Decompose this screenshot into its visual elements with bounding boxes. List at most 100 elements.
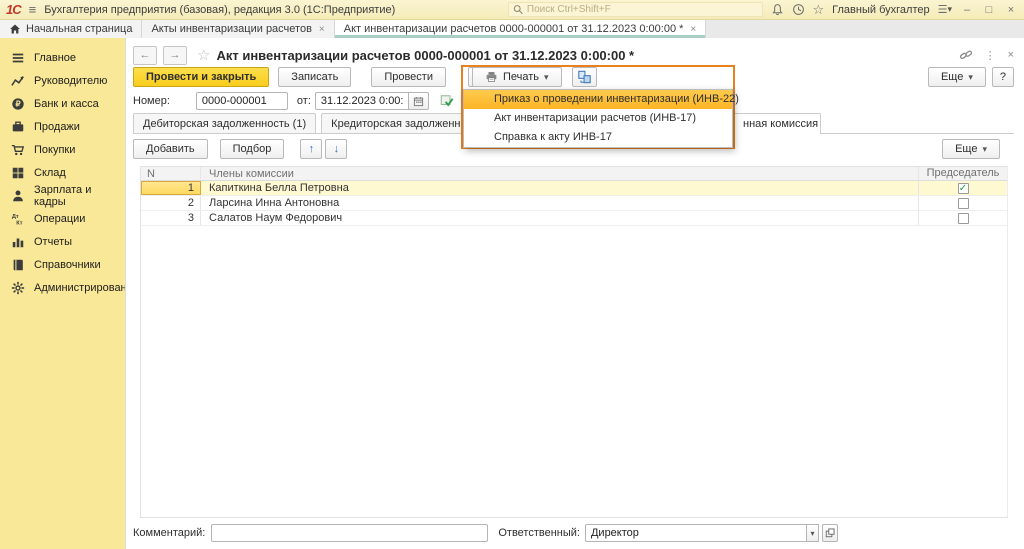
sidebar-item-sales[interactable]: Продажи (0, 115, 125, 138)
comment-field[interactable] (211, 524, 488, 542)
sidebar-item-warehouse[interactable]: Склад (0, 161, 125, 184)
cart-icon (11, 143, 25, 157)
row-number-cell[interactable]: 3 (141, 211, 201, 225)
ruble-coin-icon: ₽ (11, 97, 25, 111)
svg-text:Дт: Дт (12, 214, 19, 220)
column-chairman: Председатель (919, 167, 1007, 180)
sidebar-item-reports[interactable]: Отчеты (0, 230, 125, 253)
sidebar-label: Главное (34, 52, 76, 64)
table-row[interactable]: 2 Ларсина Инна Антоновна (141, 196, 1007, 211)
table-row[interactable]: 3 Салатов Наум Федорович (141, 211, 1007, 226)
service-menu-icon[interactable]: ☰▾ (938, 3, 952, 16)
responsible-field[interactable] (585, 524, 807, 542)
window-titlebar: 1С ≡ Бухгалтерия предприятия (базовая), … (0, 0, 1024, 20)
member-name-cell[interactable]: Салатов Наум Федорович (201, 211, 919, 225)
main-menu-icon[interactable]: ≡ (29, 2, 37, 17)
close-tab-icon[interactable]: × (690, 24, 696, 35)
table-header: N Члены комиссии Председатель (141, 166, 1007, 181)
sidebar-item-references[interactable]: Справочники (0, 253, 125, 276)
forward-button[interactable]: → (163, 46, 187, 65)
sidebar-item-purchases[interactable]: Покупки (0, 138, 125, 161)
move-down-button[interactable]: ↓ (325, 139, 347, 159)
back-button[interactable]: ← (133, 46, 157, 65)
sidebar-label: Продажи (34, 121, 80, 133)
posted-status-icon[interactable] (439, 94, 454, 108)
move-up-button[interactable]: ↑ (300, 139, 322, 159)
date-field[interactable] (315, 92, 409, 110)
chairman-checkbox[interactable] (958, 198, 969, 209)
post-and-close-button[interactable]: Провести и закрыть (133, 67, 269, 87)
related-documents-icon (577, 70, 592, 84)
post-button[interactable]: Провести (371, 67, 446, 87)
print-button-label: Печать (503, 71, 539, 83)
sidebar-item-administration[interactable]: Администрирование (0, 276, 125, 299)
maximize-button[interactable]: □ (982, 4, 996, 16)
print-button[interactable]: Печать ▾ (472, 67, 562, 87)
sidebar-item-salary-hr[interactable]: Зарплата и кадры (0, 184, 125, 207)
tab-home[interactable]: Начальная страница (0, 20, 142, 38)
menu-item-inv17-ref[interactable]: Справка к акту ИНВ-17 (464, 128, 732, 147)
sidebar-label: Операции (34, 213, 85, 225)
tab-receivables[interactable]: Дебиторская задолженность (1) (133, 113, 316, 133)
close-document-icon[interactable]: × (1008, 49, 1014, 61)
chevron-down-icon: ▾ (947, 4, 952, 15)
chairman-checkbox[interactable] (958, 213, 969, 224)
chairman-checkbox[interactable]: ✓ (958, 183, 969, 194)
minimize-button[interactable]: – (960, 4, 974, 16)
sidebar-label: Зарплата и кадры (34, 184, 125, 208)
notifications-bell-icon[interactable] (771, 3, 784, 16)
history-icon[interactable] (792, 3, 805, 16)
pick-button[interactable]: Подбор (220, 139, 285, 159)
row-number-cell[interactable]: 2 (141, 196, 201, 210)
commission-table: N Члены комиссии Председатель 1 Капиткин… (140, 166, 1008, 518)
calendar-button[interactable] (409, 92, 429, 110)
member-name-cell[interactable]: Ларсина Инна Антоновна (201, 196, 919, 210)
add-row-button[interactable]: Добавить (133, 139, 208, 159)
column-n: N (141, 167, 201, 180)
boxes-grid-icon (11, 166, 25, 180)
related-documents-button[interactable] (572, 67, 597, 87)
menu-item-inv17[interactable]: Акт инвентаризации расчетов (ИНВ-17) (464, 109, 732, 128)
link-icon[interactable] (959, 48, 973, 62)
debit-credit-icon: ДтКт (11, 212, 25, 226)
table-row[interactable]: 1 Капиткина Белла Петровна ✓ (141, 181, 1007, 196)
global-search[interactable] (508, 2, 763, 17)
tab-act-document[interactable]: Акт инвентаризации расчетов 0000-000001 … (335, 20, 707, 38)
menu-item-inv22[interactable]: Приказ о проведении инвентаризации (ИНВ-… (464, 90, 732, 109)
sidebar-label: Склад (34, 167, 66, 179)
main-sections-icon (11, 51, 25, 65)
search-input[interactable] (527, 4, 758, 15)
print-dropdown-menu: Приказ о проведении инвентаризации (ИНВ-… (463, 89, 733, 148)
more-actions-icon[interactable]: ⋮ (985, 49, 996, 62)
home-icon (9, 23, 21, 35)
row-number-cell[interactable]: 1 (141, 181, 201, 195)
tab-commission[interactable]: нная комиссия (733, 113, 821, 134)
more-button[interactable]: Еще▾ (928, 67, 986, 87)
user-role-label[interactable]: Главный бухгалтер (832, 4, 929, 16)
sidebar-item-bank-cash[interactable]: ₽ Банк и касса (0, 92, 125, 115)
favorites-star-icon[interactable]: ☆ (813, 2, 825, 18)
responsible-dropdown-button[interactable]: ▾ (807, 524, 819, 542)
table-more-button[interactable]: Еще▾ (942, 139, 1000, 159)
svg-text:Кт: Кт (16, 220, 22, 226)
tab-act-document-label: Акт инвентаризации расчетов 0000-000001 … (344, 23, 684, 35)
responsible-open-button[interactable] (822, 524, 838, 542)
tab-acts-list-label: Акты инвентаризации расчетов (151, 23, 311, 35)
favorite-star-icon[interactable]: ☆ (197, 46, 210, 64)
sidebar-item-main[interactable]: Главное (0, 46, 125, 69)
sidebar-label: Администрирование (34, 282, 139, 294)
column-members: Члены комиссии (201, 167, 919, 180)
close-window-button[interactable]: × (1004, 4, 1018, 16)
tab-acts-list[interactable]: Акты инвентаризации расчетов × (142, 20, 334, 38)
close-tab-icon[interactable]: × (319, 24, 325, 35)
save-button[interactable]: Записать (278, 67, 351, 87)
sidebar-item-manager[interactable]: Руководителю (0, 69, 125, 92)
document-form: ← → ☆ Акт инвентаризации расчетов 0000-0… (125, 38, 1024, 549)
member-name-cell[interactable]: Капиткина Белла Петровна (201, 181, 919, 195)
sidebar-label: Банк и касса (34, 98, 99, 110)
number-field[interactable] (196, 92, 288, 110)
trend-chart-icon (11, 74, 25, 88)
open-link-icon (825, 528, 835, 538)
help-button[interactable]: ? (992, 67, 1014, 87)
sidebar-item-operations[interactable]: ДтКт Операции (0, 207, 125, 230)
